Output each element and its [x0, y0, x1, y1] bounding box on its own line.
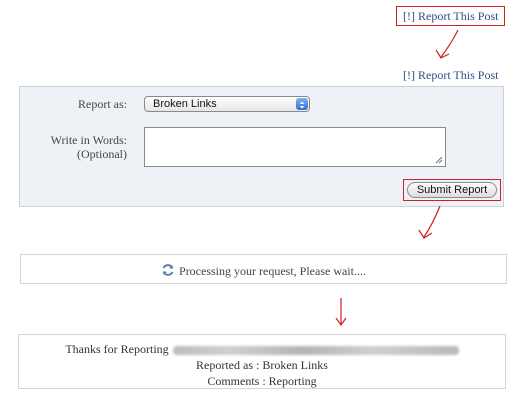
hand-drawn-arrow-icon: [435, 29, 459, 59]
report-post-link[interactable]: [!] Report This Post: [403, 68, 498, 82]
hand-drawn-arrow-icon: [418, 205, 441, 239]
comments-textarea[interactable]: [144, 127, 446, 167]
write-in-words-title: Write in Words:: [50, 133, 127, 147]
thanks-label: Thanks for Reporting: [65, 342, 169, 356]
write-in-words-label: Write in Words: (Optional): [51, 133, 127, 161]
blurred-post-title: [172, 345, 459, 355]
reported-as-line: Reported as : Broken Links: [196, 358, 328, 372]
resize-grip-icon[interactable]: [435, 156, 443, 164]
thanks-line: Thanks for Reporting: [19, 341, 505, 357]
optional-hint: (Optional): [77, 147, 127, 161]
comments-line: Comments : Reporting: [207, 374, 317, 388]
report-as-label: Report as:: [78, 97, 127, 111]
processing-row: Processing your request, Please wait....: [21, 263, 506, 278]
processing-message: Processing your request, Please wait....: [179, 264, 366, 278]
chevron-updown-icon: [296, 98, 308, 110]
submit-highlight: Submit Report: [403, 179, 501, 201]
report-type-value: Broken Links: [153, 98, 217, 110]
processing-panel: Processing your request, Please wait....: [20, 254, 507, 284]
submit-report-button[interactable]: Submit Report: [407, 182, 497, 198]
refresh-spinner-icon: [162, 264, 174, 276]
report-form: Report as: Broken Links Write in Words: …: [19, 86, 504, 207]
report-post-link-highlighted[interactable]: [!] Report This Post: [396, 6, 506, 26]
report-type-select[interactable]: Broken Links: [144, 96, 310, 112]
hand-drawn-arrow-icon: [335, 298, 347, 327]
report-result-panel: Thanks for Reporting Reported as : Broke…: [18, 334, 506, 389]
